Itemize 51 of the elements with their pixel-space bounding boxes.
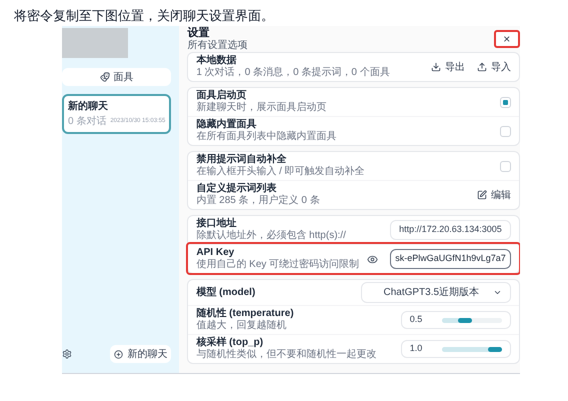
photo-placeholder <box>62 28 128 58</box>
checkbox[interactable] <box>500 96 511 108</box>
chevron-icon <box>492 288 502 297</box>
checkbox[interactable] <box>500 160 511 172</box>
close-button[interactable]: × <box>494 30 520 48</box>
import-button[interactable]: 导入 <box>476 60 511 74</box>
export-button[interactable]: 导出 <box>430 60 465 74</box>
settings-icon[interactable] <box>62 349 72 359</box>
download-icon <box>430 62 441 72</box>
edit-icon <box>476 190 487 200</box>
setting-title: 禁用提示词自动补全 <box>196 154 288 166</box>
url-field[interactable]: http://172.20.63.134:3005 <box>390 220 511 240</box>
chat-title: 新的聊天 <box>68 99 109 114</box>
slider-fill[interactable] <box>442 318 472 322</box>
instruction-text: 将密令复制至下图位置，关闭聊天设置界面。 <box>13 7 275 25</box>
setting-title: API Key <box>196 247 236 259</box>
model-select[interactable]: ChatGPT3.5近期版本 <box>360 282 511 303</box>
setting-description: 与随机性类似，但不要和随机性一起更改 <box>196 349 376 361</box>
mask-button[interactable]: 面具 <box>62 68 172 86</box>
setting-title: 本地数据 <box>196 55 238 66</box>
setting-description: 值越大，回复越随机 <box>196 320 288 332</box>
setting-title: 模型 (model) <box>196 286 256 298</box>
settings-subtitle: 所有设置选项 <box>187 40 248 52</box>
setting-title: 核采样 (top_p) <box>196 337 264 348</box>
chat-count: 0 条对话 <box>68 114 106 129</box>
setting-title: 随机性 (temperature) <box>196 308 294 320</box>
slider-control[interactable]: 0.5 <box>400 311 511 329</box>
setting-description: 在所有面具列表中隐藏内置面具 <box>196 131 336 143</box>
setting-description: 使用自己的 Key 可绕过密码访问限制 <box>196 259 360 271</box>
plus-icon <box>114 350 124 358</box>
edit-button[interactable]: 编辑 <box>476 188 511 202</box>
setting-description: 1 次对话，0 条消息，0 条提示词，0 个面具 <box>196 67 390 79</box>
setting-title: 接口地址 <box>196 218 238 230</box>
new-chat-button[interactable]: 新的聊天 <box>110 345 172 363</box>
checkbox[interactable] <box>500 126 511 136</box>
slider-value: 0.5 <box>410 313 424 326</box>
upload-icon <box>476 62 487 72</box>
setting-description: 除默认地址外，必须包含 http(s):// <box>196 230 346 242</box>
slider-fill[interactable] <box>442 346 502 352</box>
slider-value: 1.0 <box>410 342 424 356</box>
mask-icon <box>100 72 110 82</box>
setting-title: 面具启动页 <box>196 90 248 102</box>
setting-description: 内置 285 条，用户定义 0 条 <box>196 195 320 207</box>
setting-title: 自定义提示词列表 <box>196 183 278 194</box>
setting-description: 新建聊天时，展示面具启动页 <box>196 102 326 114</box>
api-key-field[interactable]: sk-ePlwGaUGfN1h9vLg7a7 <box>390 249 511 269</box>
eye-icon[interactable] <box>367 254 378 264</box>
slider-control[interactable]: 1.0 <box>400 340 511 358</box>
setting-title: 隐藏内置面具 <box>196 119 258 130</box>
settings-title: 设置 <box>187 27 210 40</box>
setting-description: 在输入框开头输入 / 即可触发自动补全 <box>196 166 365 178</box>
